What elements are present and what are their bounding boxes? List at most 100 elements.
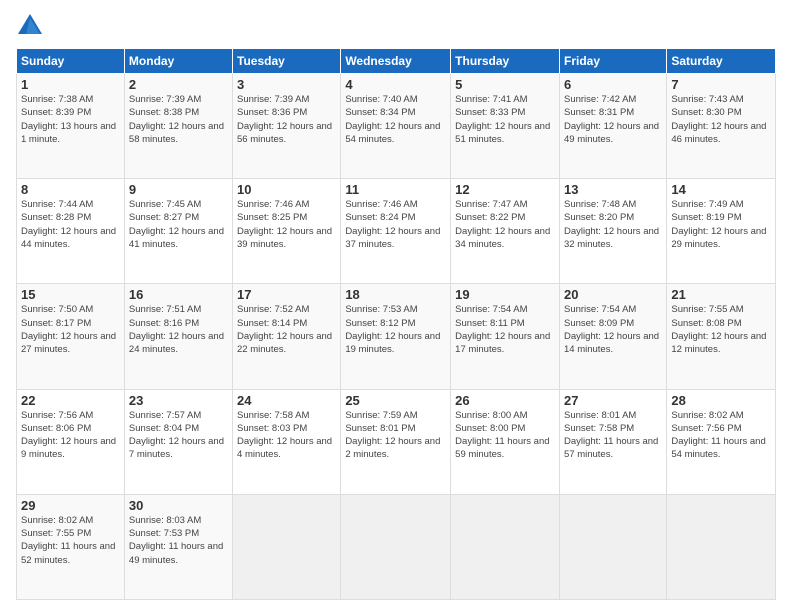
day-number: 14	[671, 182, 771, 197]
day-number: 27	[564, 393, 662, 408]
calendar-day: 5 Sunrise: 7:41 AMSunset: 8:33 PMDaylight…	[451, 74, 560, 179]
calendar-day: 28 Sunrise: 8:02 AMSunset: 7:56 PMDayligh…	[667, 389, 776, 494]
day-number: 21	[671, 287, 771, 302]
day-detail: Sunrise: 8:03 AMSunset: 7:53 PMDaylight:…	[129, 515, 223, 566]
day-detail: Sunrise: 7:53 AMSunset: 8:12 PMDaylight:…	[345, 304, 440, 355]
day-detail: Sunrise: 7:46 AMSunset: 8:25 PMDaylight:…	[237, 199, 332, 250]
calendar-table: SundayMondayTuesdayWednesdayThursdayFrid…	[16, 48, 776, 600]
calendar-week: 22 Sunrise: 7:56 AMSunset: 8:06 PMDayligh…	[17, 389, 776, 494]
day-number: 23	[129, 393, 228, 408]
day-number: 6	[564, 77, 662, 92]
day-detail: Sunrise: 7:54 AMSunset: 8:11 PMDaylight:…	[455, 304, 550, 355]
day-detail: Sunrise: 7:45 AMSunset: 8:27 PMDaylight:…	[129, 199, 224, 250]
day-number: 3	[237, 77, 336, 92]
weekday-header: Friday	[559, 49, 666, 74]
calendar-day: 16Sunrise: 7:51 AMSunset: 8:16 PMDayligh…	[124, 284, 232, 389]
weekday-header: Wednesday	[341, 49, 451, 74]
day-number: 4	[345, 77, 446, 92]
calendar-day: 29 Sunrise: 8:02 AMSunset: 7:55 PMDayligh…	[17, 494, 125, 599]
calendar-day: 24 Sunrise: 7:58 AMSunset: 8:03 PMDayligh…	[233, 389, 341, 494]
calendar-day: 20 Sunrise: 7:54 AMSunset: 8:09 PMDayligh…	[559, 284, 666, 389]
calendar-day: 25 Sunrise: 7:59 AMSunset: 8:01 PMDayligh…	[341, 389, 451, 494]
calendar-day	[559, 494, 666, 599]
calendar-day: 22 Sunrise: 7:56 AMSunset: 8:06 PMDayligh…	[17, 389, 125, 494]
day-detail: Sunrise: 7:39 AMSunset: 8:36 PMDaylight:…	[237, 94, 332, 145]
day-detail: Sunrise: 7:41 AMSunset: 8:33 PMDaylight:…	[455, 94, 550, 145]
day-number: 7	[671, 77, 771, 92]
calendar-day: 13 Sunrise: 7:48 AMSunset: 8:20 PMDayligh…	[559, 179, 666, 284]
calendar-day: 23Sunrise: 7:57 AMSunset: 8:04 PMDayligh…	[124, 389, 232, 494]
day-number: 24	[237, 393, 336, 408]
weekday-header: Thursday	[451, 49, 560, 74]
weekday-row: SundayMondayTuesdayWednesdayThursdayFrid…	[17, 49, 776, 74]
calendar-day: 21 Sunrise: 7:55 AMSunset: 8:08 PMDayligh…	[667, 284, 776, 389]
weekday-header: Tuesday	[233, 49, 341, 74]
calendar-day: 14Sunrise: 7:49 AMSunset: 8:19 PMDayligh…	[667, 179, 776, 284]
day-number: 13	[564, 182, 662, 197]
day-detail: Sunrise: 7:42 AMSunset: 8:31 PMDaylight:…	[564, 94, 659, 145]
day-number: 25	[345, 393, 446, 408]
weekday-header: Monday	[124, 49, 232, 74]
header	[16, 12, 776, 40]
weekday-header: Saturday	[667, 49, 776, 74]
day-number: 20	[564, 287, 662, 302]
day-detail: Sunrise: 7:47 AMSunset: 8:22 PMDaylight:…	[455, 199, 550, 250]
calendar-day: 12Sunrise: 7:47 AMSunset: 8:22 PMDayligh…	[451, 179, 560, 284]
logo-icon	[16, 12, 44, 40]
calendar-day	[451, 494, 560, 599]
day-detail: Sunrise: 7:59 AMSunset: 8:01 PMDaylight:…	[345, 410, 440, 461]
day-detail: Sunrise: 7:52 AMSunset: 8:14 PMDaylight:…	[237, 304, 332, 355]
logo	[16, 12, 46, 40]
day-number: 19	[455, 287, 555, 302]
calendar-day: 2Sunrise: 7:39 AMSunset: 8:38 PMDaylight…	[124, 74, 232, 179]
day-number: 22	[21, 393, 120, 408]
day-number: 30	[129, 498, 228, 513]
calendar-day	[667, 494, 776, 599]
day-number: 18	[345, 287, 446, 302]
day-detail: Sunrise: 7:50 AMSunset: 8:17 PMDaylight:…	[21, 304, 116, 355]
day-detail: Sunrise: 7:44 AMSunset: 8:28 PMDaylight:…	[21, 199, 116, 250]
day-number: 15	[21, 287, 120, 302]
day-number: 11	[345, 182, 446, 197]
calendar-header: SundayMondayTuesdayWednesdayThursdayFrid…	[17, 49, 776, 74]
day-number: 17	[237, 287, 336, 302]
calendar-day: 26Sunrise: 8:00 AMSunset: 8:00 PMDayligh…	[451, 389, 560, 494]
calendar-day: 10Sunrise: 7:46 AMSunset: 8:25 PMDayligh…	[233, 179, 341, 284]
calendar-day: 8Sunrise: 7:44 AMSunset: 8:28 PMDaylight…	[17, 179, 125, 284]
day-detail: Sunrise: 7:43 AMSunset: 8:30 PMDaylight:…	[671, 94, 766, 145]
day-number: 26	[455, 393, 555, 408]
day-number: 1	[21, 77, 120, 92]
day-detail: Sunrise: 8:02 AMSunset: 7:55 PMDaylight:…	[21, 515, 115, 566]
calendar-day	[341, 494, 451, 599]
calendar-day	[233, 494, 341, 599]
calendar-day: 19 Sunrise: 7:54 AMSunset: 8:11 PMDayligh…	[451, 284, 560, 389]
page: SundayMondayTuesdayWednesdayThursdayFrid…	[0, 0, 792, 612]
day-detail: Sunrise: 7:46 AMSunset: 8:24 PMDaylight:…	[345, 199, 440, 250]
day-detail: Sunrise: 7:55 AMSunset: 8:08 PMDaylight:…	[671, 304, 766, 355]
calendar-week: 15 Sunrise: 7:50 AMSunset: 8:17 PMDayligh…	[17, 284, 776, 389]
day-detail: Sunrise: 7:38 AMSunset: 8:39 PMDaylight:…	[21, 94, 116, 145]
calendar-day: 9Sunrise: 7:45 AMSunset: 8:27 PMDaylight…	[124, 179, 232, 284]
day-number: 5	[455, 77, 555, 92]
day-detail: Sunrise: 8:02 AMSunset: 7:56 PMDaylight:…	[671, 410, 765, 461]
calendar-day: 15 Sunrise: 7:50 AMSunset: 8:17 PMDayligh…	[17, 284, 125, 389]
calendar-week: 8Sunrise: 7:44 AMSunset: 8:28 PMDaylight…	[17, 179, 776, 284]
day-number: 28	[671, 393, 771, 408]
calendar-day: 11 Sunrise: 7:46 AMSunset: 8:24 PMDayligh…	[341, 179, 451, 284]
day-number: 2	[129, 77, 228, 92]
day-detail: Sunrise: 7:56 AMSunset: 8:06 PMDaylight:…	[21, 410, 116, 461]
calendar-day: 18 Sunrise: 7:53 AMSunset: 8:12 PMDayligh…	[341, 284, 451, 389]
day-detail: Sunrise: 7:51 AMSunset: 8:16 PMDaylight:…	[129, 304, 224, 355]
calendar-day: 4 Sunrise: 7:40 AMSunset: 8:34 PMDaylight…	[341, 74, 451, 179]
day-detail: Sunrise: 7:48 AMSunset: 8:20 PMDaylight:…	[564, 199, 659, 250]
calendar-day: 7 Sunrise: 7:43 AMSunset: 8:30 PMDaylight…	[667, 74, 776, 179]
day-detail: Sunrise: 7:58 AMSunset: 8:03 PMDaylight:…	[237, 410, 332, 461]
calendar-day: 17 Sunrise: 7:52 AMSunset: 8:14 PMDayligh…	[233, 284, 341, 389]
day-detail: Sunrise: 7:54 AMSunset: 8:09 PMDaylight:…	[564, 304, 659, 355]
calendar-day: 3 Sunrise: 7:39 AMSunset: 8:36 PMDaylight…	[233, 74, 341, 179]
calendar-day: 6 Sunrise: 7:42 AMSunset: 8:31 PMDaylight…	[559, 74, 666, 179]
calendar-week: 29 Sunrise: 8:02 AMSunset: 7:55 PMDayligh…	[17, 494, 776, 599]
day-number: 29	[21, 498, 120, 513]
day-detail: Sunrise: 7:40 AMSunset: 8:34 PMDaylight:…	[345, 94, 440, 145]
calendar-day: 1 Sunrise: 7:38 AMSunset: 8:39 PMDaylight…	[17, 74, 125, 179]
